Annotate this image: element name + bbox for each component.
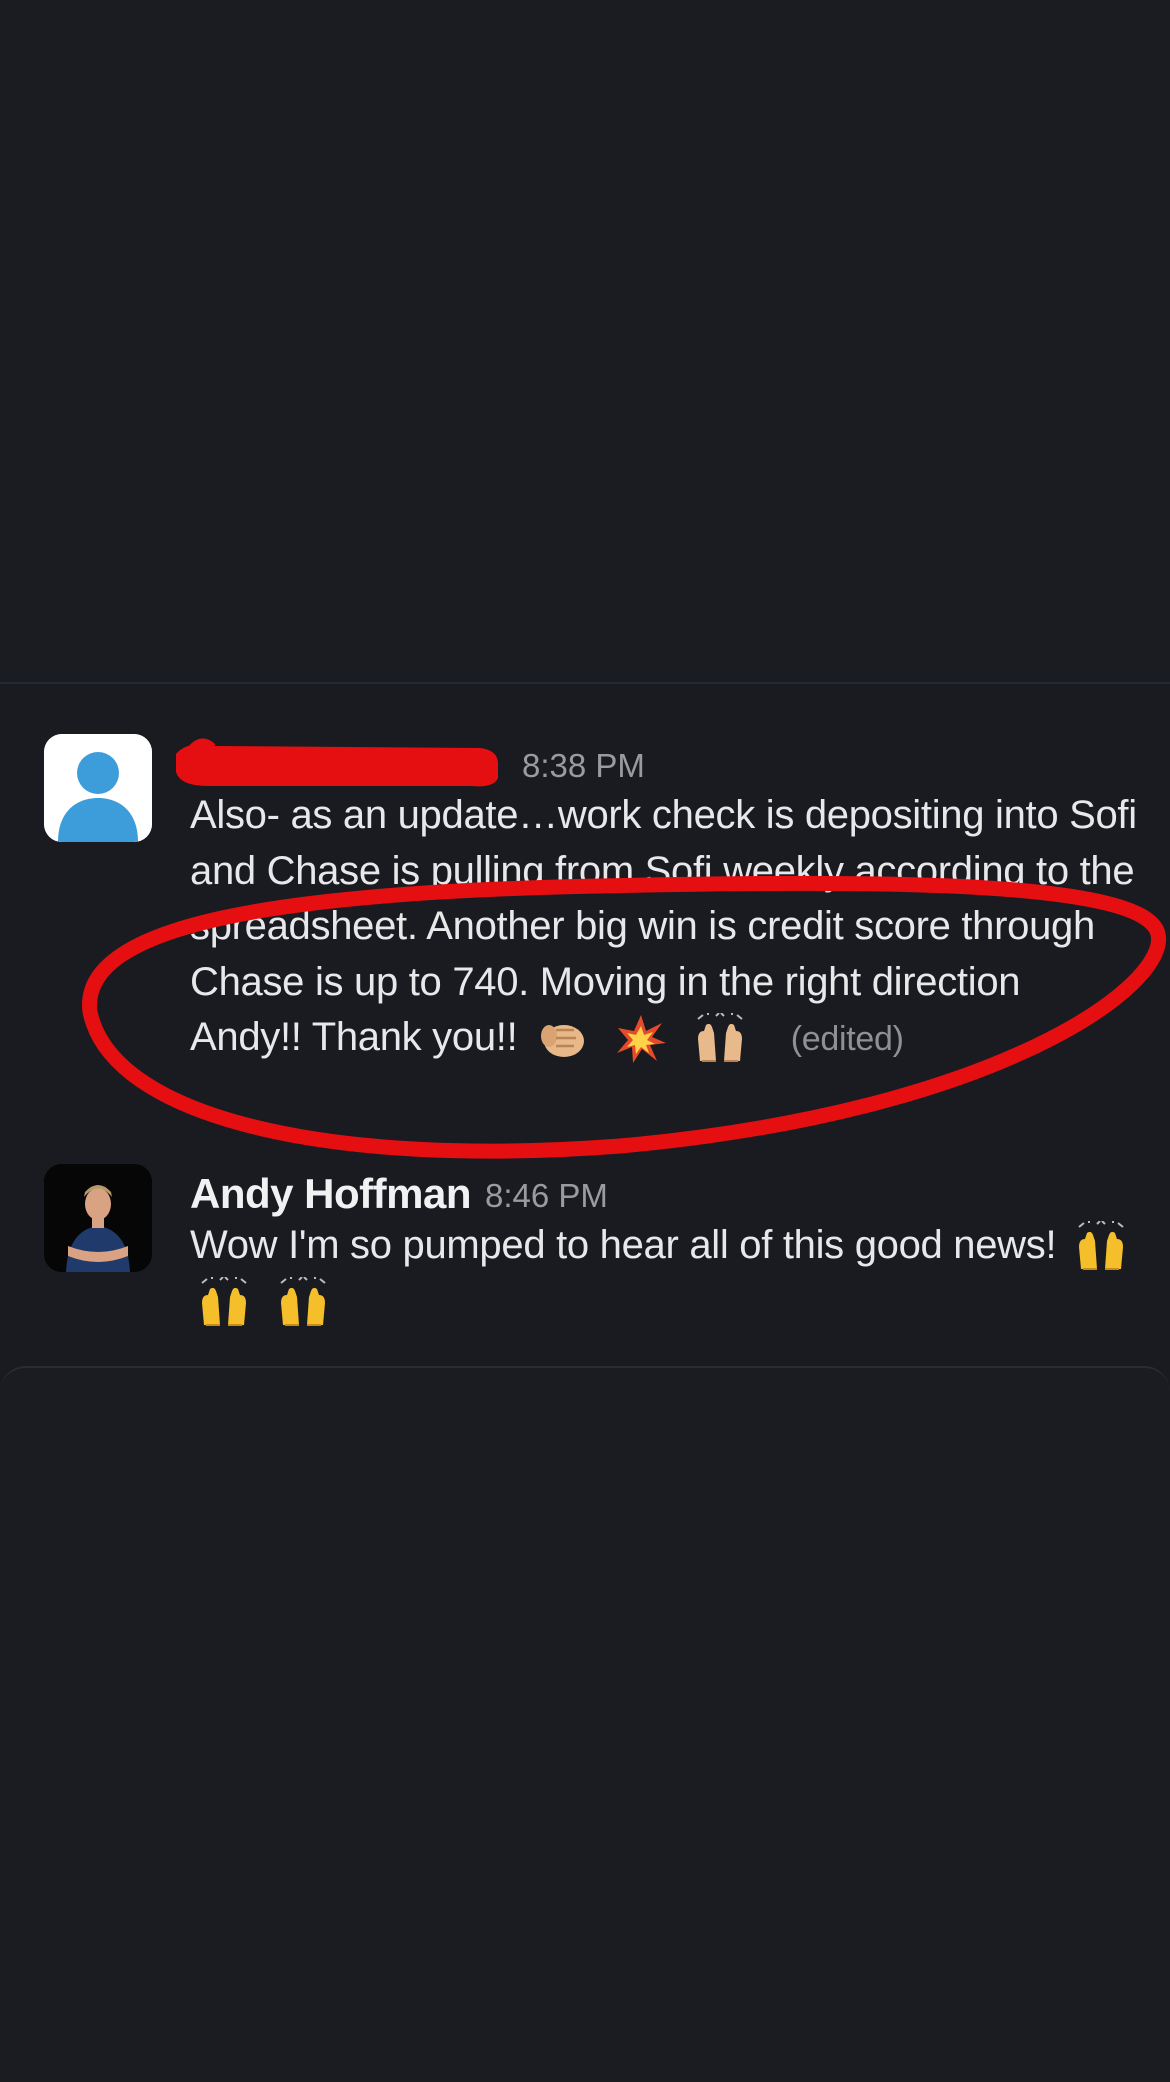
message-text: Also- as an update…work check is deposit… (190, 788, 1140, 1068)
sender-name[interactable]: Andy Hoffman (190, 1170, 472, 1218)
default-user-avatar-icon[interactable] (44, 734, 152, 842)
message-timestamp[interactable]: 8:46 PM (485, 1177, 608, 1215)
message-text: Wow I'm so pumped to hear all of this go… (190, 1218, 1140, 1329)
message-timestamp[interactable]: 8:38 PM (522, 747, 645, 785)
message-body: 8:38 PM Also- as an update…work check is… (190, 734, 1140, 1068)
raising-hands-emoji-icon (1075, 1220, 1127, 1273)
message-composer-area[interactable] (0, 1366, 1170, 2082)
message-text-content: Wow I'm so pumped to hear all of this go… (190, 1223, 1057, 1267)
oncoming-fist-emoji-icon (536, 1013, 588, 1065)
andy-hoffman-avatar[interactable] (44, 1164, 152, 1272)
screenshot: 8:38 PM Also- as an update…work check is… (0, 0, 1170, 2082)
raising-hands-emoji-icon (694, 1012, 746, 1065)
message-header: Andy Hoffman 8:46 PM (190, 1164, 1140, 1218)
message-body: Andy Hoffman 8:46 PM Wow I'm so pumped t… (190, 1164, 1140, 1329)
message-list: 8:38 PM Also- as an update…work check is… (0, 684, 1170, 1366)
raising-hands-emoji-icon (198, 1276, 250, 1329)
raising-hands-emoji-icon (277, 1276, 329, 1329)
empty-top-area (0, 0, 1170, 684)
redacted-sender-name (190, 738, 508, 788)
message-header: 8:38 PM (190, 734, 1140, 788)
collision-emoji-icon (615, 1013, 667, 1065)
edited-label: (edited) (790, 1020, 904, 1058)
